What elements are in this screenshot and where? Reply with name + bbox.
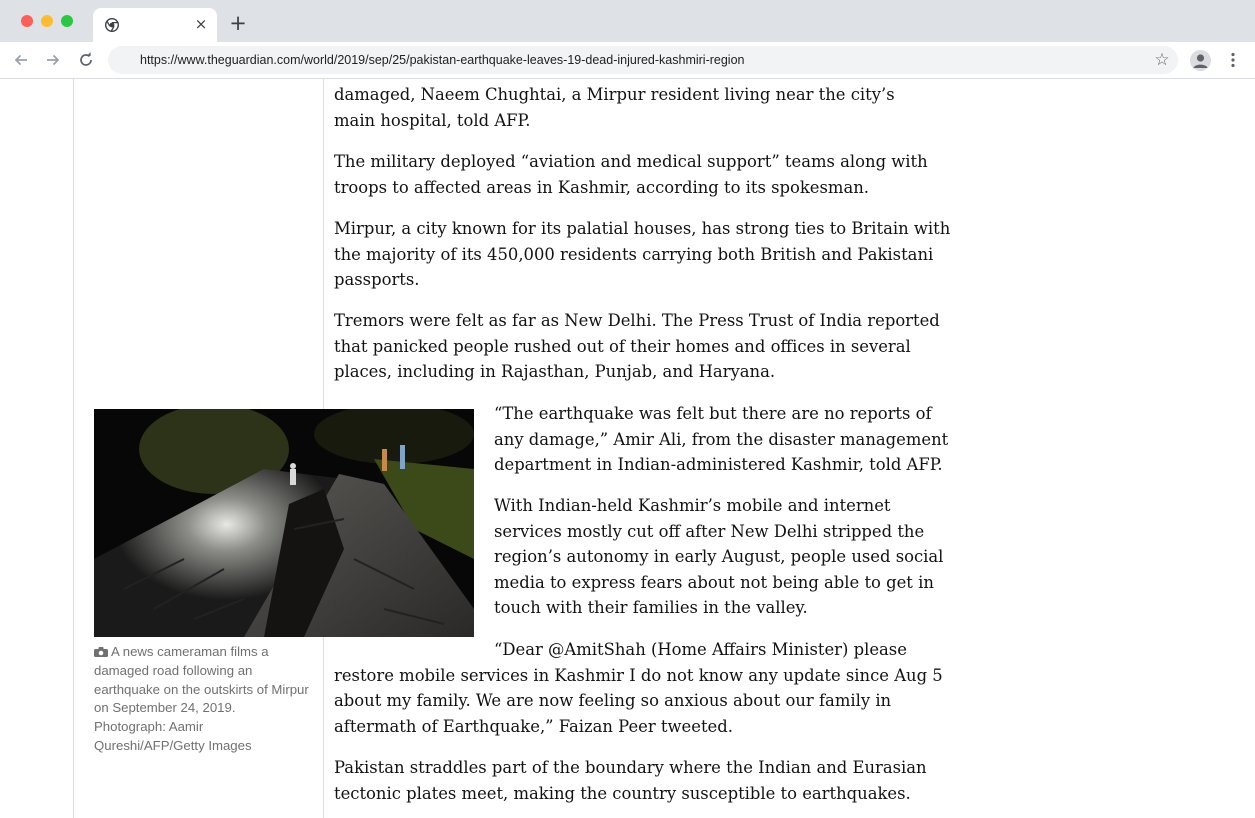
browser-tab[interactable]: × [93, 8, 217, 42]
url-text[interactable]: https://www.theguardian.com/world/2019/s… [140, 53, 745, 67]
back-arrow-icon[interactable] [11, 50, 31, 70]
chrome-icon [105, 18, 119, 32]
article-paragraph: Mirpur, a city known for its palatial ho… [334, 219, 951, 289]
close-tab-icon[interactable]: × [193, 15, 209, 33]
photo-caption: A news cameraman films a damaged road fo… [94, 643, 309, 756]
article-paragraph: “Dear @AmitShah (Home Affairs Minister) … [334, 640, 943, 736]
photo-earthquake-damaged-road [94, 409, 474, 637]
address-bar[interactable]: https://www.theguardian.com/world/2019/s… [108, 46, 1178, 74]
profile-icon[interactable] [1190, 50, 1211, 71]
browser-toolbar: https://www.theguardian.com/world/2019/s… [0, 42, 1255, 79]
tab-strip: × + [0, 0, 1255, 42]
star-icon[interactable]: ☆ [1152, 49, 1172, 71]
kebab-menu-icon[interactable] [1226, 51, 1240, 69]
article-paragraph: “The earthquake was felt but there are n… [494, 404, 949, 474]
article-photo[interactable] [94, 409, 474, 637]
article-paragraph: The military deployed “aviation and medi… [334, 152, 928, 197]
new-tab-button[interactable]: + [228, 13, 248, 34]
camera-icon [94, 647, 108, 657]
column-divider-left [73, 79, 74, 818]
forward-arrow-icon[interactable] [43, 50, 63, 70]
reload-icon[interactable] [76, 50, 96, 70]
article-paragraph: With Indian-held Kashmir’s mobile and in… [494, 496, 944, 617]
article-paragraph: Pakistan straddles part of the boundary … [334, 758, 927, 803]
article-paragraph: damaged, Naeem Chughtai, a Mirpur reside… [334, 85, 895, 130]
maximize-window-button[interactable] [61, 15, 73, 27]
article-paragraph: Tremors were felt as far as New Delhi. T… [334, 311, 940, 381]
photo-caption-text: A news cameraman films a damaged road fo… [94, 644, 309, 753]
close-window-button[interactable] [21, 15, 33, 27]
minimize-window-button[interactable] [41, 15, 53, 27]
web-page: damaged, Naeem Chughtai, a Mirpur reside… [0, 79, 1255, 818]
